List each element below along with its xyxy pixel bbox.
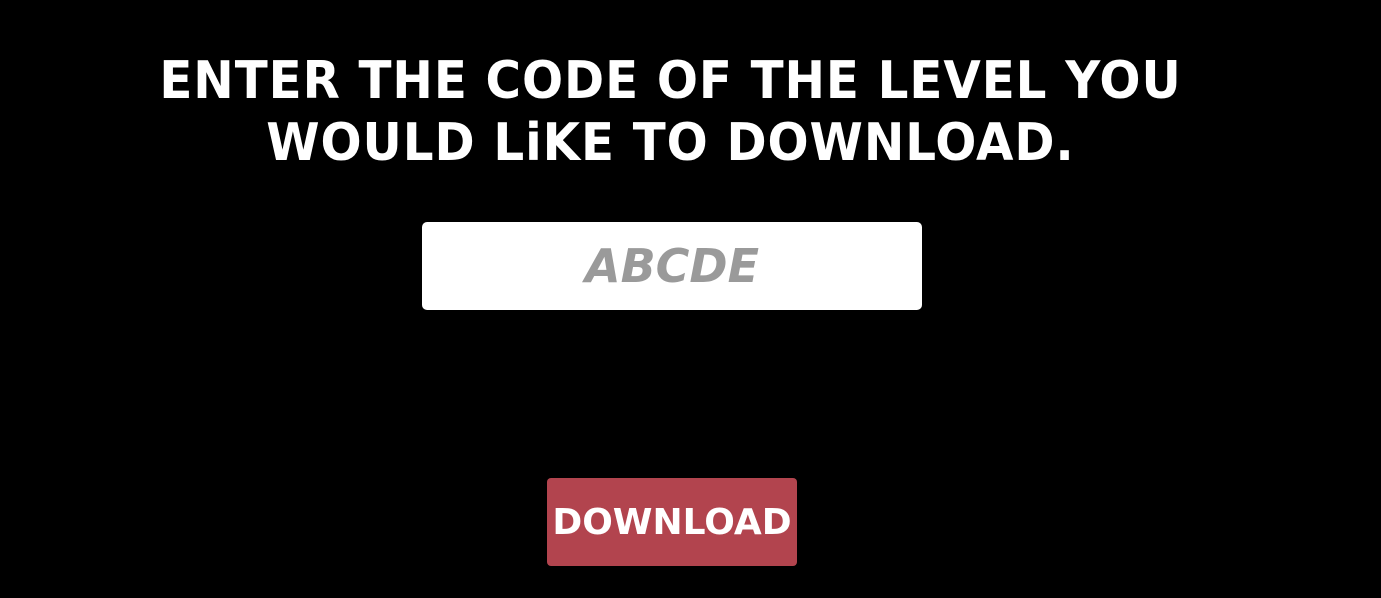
level-code-input[interactable]	[422, 222, 922, 310]
download-button[interactable]: DOWNLOAD	[547, 478, 797, 566]
download-prompt-heading: ENTER THE CODE OF THE LEVEL YOU WOULD Li…	[159, 51, 1182, 173]
